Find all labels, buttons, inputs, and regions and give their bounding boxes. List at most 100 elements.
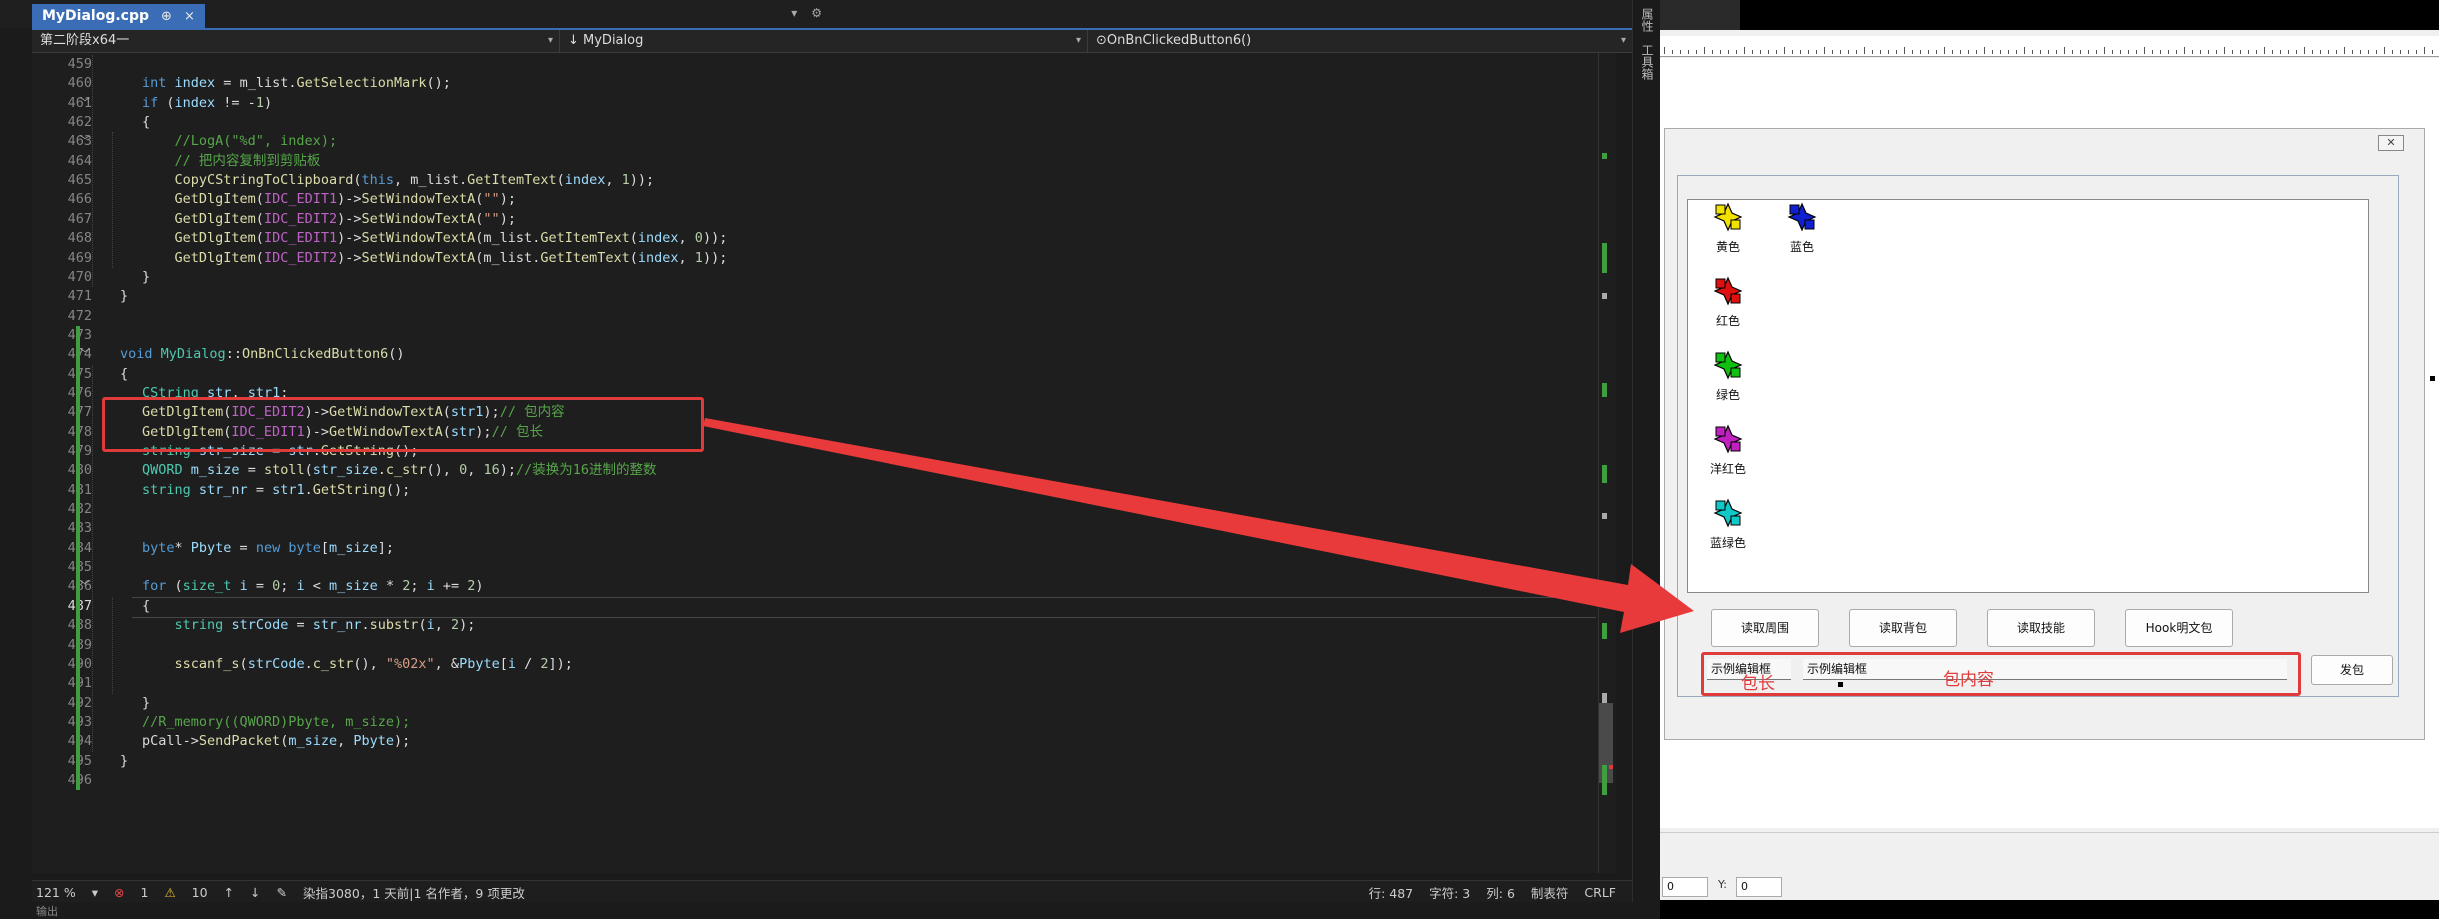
- ruler-tick: [2296, 50, 2297, 54]
- scroll-change-marker: [1602, 623, 1607, 639]
- left-tool-strip: [0, 28, 32, 888]
- ruler-tick: [2064, 47, 2065, 54]
- down-arrow-icon[interactable]: ↓: [250, 885, 260, 900]
- chevron-down-icon: ▾: [1075, 35, 1081, 46]
- color-label: 蓝绿色: [1709, 536, 1746, 550]
- read-skill-button[interactable]: 读取技能: [1987, 609, 2095, 647]
- side-tool-strip: 属性 工具箱: [1632, 0, 1661, 919]
- code-editor[interactable]: 459 460 461 ﹀ 462 463 ﹀ 464 465 466 467 468 469 470 47…: [32, 53, 1616, 873]
- send-packet-button[interactable]: 发包: [2311, 655, 2393, 685]
- code-line: GetDlgItem(IDC_EDIT1)->SetWindowTextA(""…: [174, 191, 516, 208]
- project-dropdown[interactable]: 第二阶段x64一 ▾: [32, 30, 560, 52]
- ruler-tick: [1912, 50, 1913, 54]
- line-number: 462: [67, 114, 92, 131]
- pin-icon[interactable]: ⊕: [161, 9, 172, 24]
- color-label: 洋红色: [1709, 462, 1746, 476]
- color-list-item[interactable]: 红色: [1698, 276, 1758, 329]
- close-icon[interactable]: ✕: [2378, 135, 2404, 151]
- ruler-tick: [2040, 50, 2041, 54]
- zoom-dropdown-icon[interactable]: ▾: [92, 885, 98, 900]
- code-line: GetDlgItem(IDC_EDIT1)->SetWindowTextA(m_…: [174, 230, 728, 247]
- ruler-tick: [2352, 50, 2353, 54]
- fold-toggle-icon[interactable]: ﹀: [80, 94, 90, 113]
- line-ending[interactable]: CRLF: [1584, 885, 1616, 900]
- line-number: 494: [32, 732, 92, 751]
- error-icon[interactable]: ⊗: [114, 885, 124, 900]
- ruler-tick: [2312, 50, 2313, 54]
- tab-mode[interactable]: 制表符: [1531, 883, 1569, 902]
- line-number: 475: [32, 365, 92, 384]
- color-list-item[interactable]: 蓝色: [1772, 202, 1832, 255]
- line-number: 481: [32, 481, 92, 500]
- read-around-button[interactable]: 读取周围: [1711, 609, 1819, 647]
- ruler-tick: [1736, 50, 1737, 54]
- ruler-tick: [1776, 50, 1777, 54]
- code-line: }: [120, 752, 129, 769]
- brush-icon[interactable]: ✎: [277, 885, 287, 900]
- indent-guide: [112, 596, 113, 694]
- output-label[interactable]: 输出: [36, 903, 58, 919]
- ruler-tick: [1888, 50, 1889, 54]
- code-line: for (size_t i = 0; i < m_size * 2; i += …: [142, 578, 484, 595]
- class-dropdown[interactable]: ↓ MyDialog ▾: [560, 30, 1088, 52]
- fold-toggle-icon[interactable]: ﹀: [80, 132, 90, 151]
- line-number: 496: [32, 771, 92, 790]
- warning-icon[interactable]: ⚠: [164, 885, 175, 900]
- ruler-tick: [2200, 50, 2201, 54]
- line-number: 460: [67, 75, 92, 92]
- ruler-tick: [2136, 50, 2137, 54]
- error-count[interactable]: 1: [140, 885, 148, 900]
- tab-list-dropdown-icon[interactable]: ▾: [791, 6, 797, 20]
- properties-tab[interactable]: 属性: [1639, 8, 1656, 32]
- up-arrow-icon[interactable]: ↑: [224, 885, 234, 900]
- git-info[interactable]: 染指3080，1 天前|1 名作者，9 项更改: [303, 883, 525, 902]
- ruler-tick: [2112, 50, 2113, 54]
- indent-guide: [92, 55, 93, 288]
- hook-plaintext-button[interactable]: Hook明文包: [2125, 609, 2233, 647]
- ruler-tick: [2056, 50, 2057, 54]
- fold-toggle-icon[interactable]: ﹀: [80, 577, 90, 596]
- ruler-tick: [1840, 50, 1841, 54]
- annotation-content: 包内容: [1943, 670, 1994, 690]
- code-line: pCall->SendPacket(m_size, Pbyte);: [142, 733, 411, 750]
- line-number: 469: [67, 249, 92, 266]
- resize-handle[interactable]: [1838, 682, 1843, 687]
- change-indicator-bar: [76, 325, 80, 791]
- line-number: 488: [32, 616, 92, 635]
- fold-toggle-icon[interactable]: ﹀: [80, 345, 90, 364]
- toolbox-tab[interactable]: 工具箱: [1639, 44, 1656, 80]
- scroll-change-marker: [1602, 465, 1607, 483]
- tabstrip-actions: ▾ ⚙: [791, 6, 822, 20]
- color-list-item[interactable]: 蓝绿色: [1698, 498, 1758, 551]
- resize-handle[interactable]: [2430, 376, 2435, 381]
- design-canvas: ✕ 黄色 蓝色 红色 绿色 洋红色 蓝绿色 读取周围 读取背包 读取技能 Hook明文包 …: [1660, 58, 2439, 828]
- settings-gear-icon[interactable]: ⚙: [811, 6, 822, 20]
- tab-mydialog-cpp[interactable]: MyDialog.cpp ⊕ ×: [32, 4, 205, 28]
- x-spin[interactable]: 0: [1662, 877, 1708, 897]
- read-bag-button[interactable]: 读取背包: [1849, 609, 1957, 647]
- ruler-tick: [2424, 47, 2425, 54]
- ruler-tick: [1768, 50, 1769, 54]
- warning-count[interactable]: 10: [192, 885, 208, 900]
- color-list[interactable]: 黄色 蓝色红色绿色洋红色蓝绿色: [1687, 199, 2369, 593]
- ruler-tick: [1728, 50, 1729, 54]
- ruler-tick: [1696, 50, 1697, 54]
- ruler-tick: [2288, 50, 2289, 54]
- y-spin[interactable]: 0: [1736, 877, 1782, 897]
- color-list-item[interactable]: 绿色: [1698, 350, 1758, 403]
- color-list-item[interactable]: 黄色: [1698, 202, 1758, 255]
- color-label: 红色: [1715, 314, 1740, 328]
- close-tab-icon[interactable]: ×: [184, 9, 195, 24]
- zoom-level[interactable]: 121 %: [36, 885, 76, 900]
- annotation-length: 包长: [1741, 674, 1775, 694]
- scroll-mark: [1602, 513, 1607, 519]
- vertical-scrollbar[interactable]: [1598, 53, 1615, 873]
- ruler-tick: [2168, 50, 2169, 54]
- ruler-tick: [1672, 50, 1673, 54]
- color-list-item[interactable]: 洋红色: [1698, 424, 1758, 477]
- line-number: 493: [32, 713, 92, 732]
- color-label: 绿色: [1715, 388, 1740, 402]
- indent-guide: [92, 364, 93, 752]
- line-number: 467: [67, 210, 92, 227]
- method-dropdown[interactable]: ⊙OnBnClickedButton6() ▾: [1088, 30, 1632, 52]
